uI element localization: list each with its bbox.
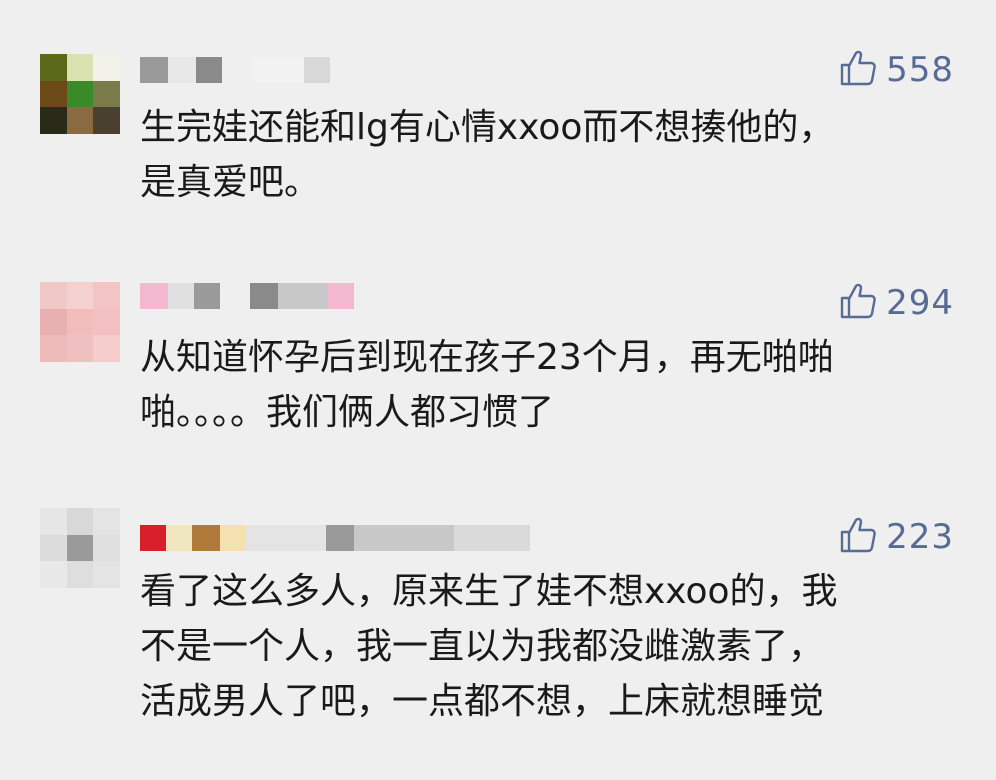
username-pixel: [168, 283, 194, 309]
avatar-pixel: [93, 561, 120, 588]
like-count: 558: [886, 50, 954, 90]
avatar-pixel: [40, 107, 67, 134]
thumbs-up-icon: [838, 48, 878, 92]
avatar-pixel: [40, 335, 67, 362]
username-pixel: [328, 283, 354, 309]
avatar-pixel: [66, 308, 94, 336]
avatar-pixel: [66, 80, 94, 108]
username-blurred[interactable]: [140, 282, 354, 310]
thumbs-up-icon: [838, 281, 878, 325]
avatar[interactable]: [40, 54, 120, 134]
username-pixel: [220, 525, 246, 551]
avatar-pixel: [40, 282, 67, 309]
avatar-pixel: [66, 335, 94, 362]
avatar-pixel: [93, 508, 120, 535]
username-blurred[interactable]: [140, 524, 530, 552]
avatar-pixel: [66, 534, 94, 562]
username-pixel: [166, 525, 192, 551]
avatar-pixel: [93, 308, 120, 336]
username-pixel: [168, 57, 196, 83]
username-pixel: [196, 57, 222, 83]
username-pixel: [246, 525, 326, 551]
username-pixel: [278, 283, 328, 309]
username-pixel: [192, 525, 220, 551]
username-pixel: [326, 525, 354, 551]
avatar-pixel: [66, 508, 94, 535]
comment-text: 从知道怀孕后到现在孩子23个月，再无啪啪 啪。。。。我们俩人都习惯了: [140, 337, 834, 433]
username-pixel: [454, 525, 530, 551]
thumbs-up-icon: [838, 515, 878, 559]
like-count: 223: [886, 517, 954, 557]
comment-text: 看了这么多人，原来生了娃不想xxoo的，我 不是一个人，我一直以为我都没雌激素了…: [140, 571, 838, 722]
avatar-pixel: [93, 80, 120, 108]
username-pixel: [140, 57, 168, 83]
avatar-pixel: [93, 282, 120, 309]
avatar-pixel: [40, 308, 67, 336]
avatar[interactable]: [40, 508, 120, 588]
username-pixel: [250, 283, 278, 309]
avatar-pixel: [66, 282, 94, 309]
username-pixel: [252, 57, 304, 83]
avatar-pixel: [66, 561, 94, 588]
username-pixel: [140, 525, 166, 551]
avatar-pixel: [40, 561, 67, 588]
like-button[interactable]: 223: [838, 515, 954, 559]
avatar-pixel: [66, 107, 94, 134]
avatar-pixel: [40, 54, 67, 81]
username-pixel: [222, 57, 252, 83]
like-count: 294: [886, 283, 954, 323]
comment-text: 生完娃还能和lg有心情xxoo而不想揍他的， 是真爱吧。: [140, 107, 835, 203]
avatar-pixel: [40, 80, 67, 108]
avatar-pixel: [66, 54, 94, 81]
avatar-pixel: [93, 107, 120, 134]
username-pixel: [140, 283, 168, 309]
avatar-pixel: [93, 534, 120, 562]
avatar-pixel: [93, 335, 120, 362]
avatar-pixel: [40, 508, 67, 535]
username-pixel: [220, 283, 250, 309]
username-pixel: [354, 525, 454, 551]
avatar-pixel: [93, 54, 120, 81]
avatar-pixel: [40, 534, 67, 562]
username-blurred[interactable]: [140, 56, 330, 84]
like-button[interactable]: 558: [838, 48, 954, 92]
like-button[interactable]: 294: [838, 281, 954, 325]
username-pixel: [304, 57, 330, 83]
avatar[interactable]: [40, 282, 120, 362]
username-pixel: [194, 283, 220, 309]
